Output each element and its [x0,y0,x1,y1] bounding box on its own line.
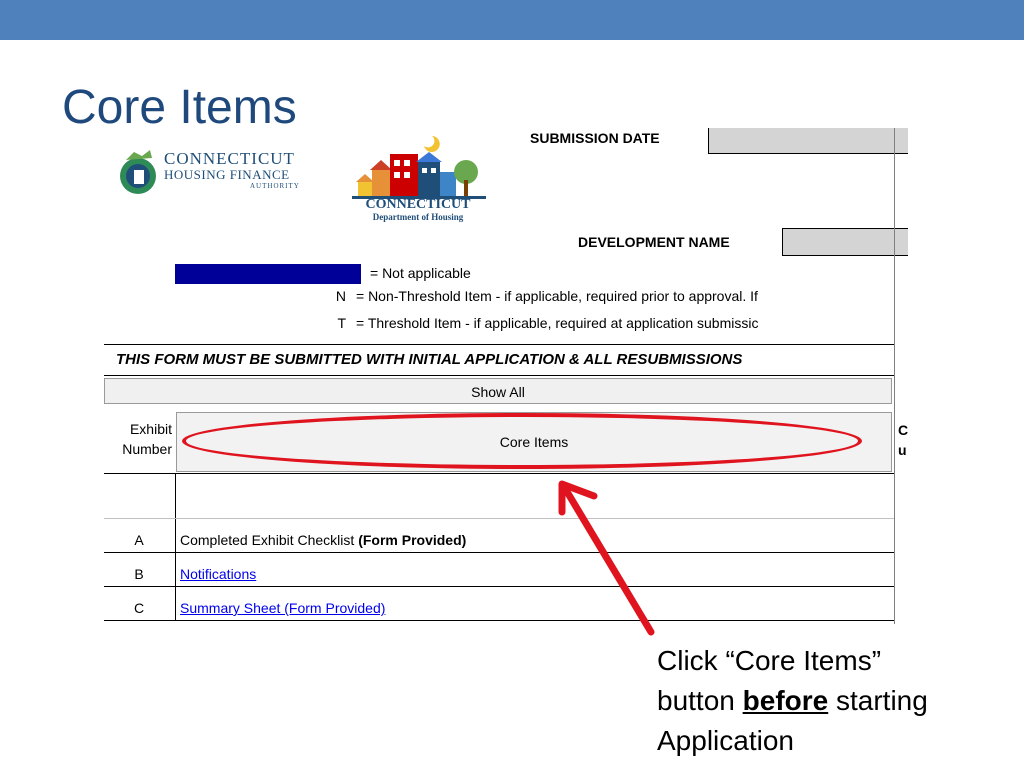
exhibit-header-line2: Number [122,441,172,457]
doh-logo-text: CONNECTICUT Department of Housing [348,197,488,222]
legend-not-applicable: = Not applicable [370,265,471,281]
development-name-label: DEVELOPMENT NAME [578,234,730,250]
row-a-label: Completed Exhibit Checklist [180,532,359,548]
callout-line1: Click “Core Items” [657,645,882,676]
truncated-column-header: C u [898,420,908,460]
callout-line2: button before starting [657,681,1017,721]
slide-title: Core Items [62,81,297,134]
legend-threshold: T = Threshold Item - if applicable, requi… [332,315,758,331]
callout-line2-pre: button [657,685,743,716]
legend-non-threshold: N = Non-Threshold Item - if applicable, r… [332,288,758,304]
row-c-text: Summary Sheet (Form Provided) [180,600,385,616]
row-a-letter: A [134,532,144,548]
sheet-right-border [894,128,895,624]
highlight-ellipse [182,413,862,469]
top-accent-bar [0,0,1024,40]
submission-date-label: SUBMISSION DATE [530,130,660,146]
notifications-link[interactable]: Notifications [180,566,256,582]
callout-emphasis: before [742,685,829,716]
table-rule [104,518,894,519]
chfa-line1: CONNECTICUT [164,149,295,168]
legend-t-code: T [337,315,346,331]
table-rule [104,586,894,587]
table-rule [104,473,894,474]
legend-n-text: = Non-Threshold Item - if applicable, re… [356,288,758,304]
legend-t-text: = Threshold Item - if applicable, requir… [356,315,759,331]
row-a-bold: (Form Provided) [358,532,467,548]
legend-n-code: N [335,288,346,304]
submission-banner: THIS FORM MUST BE SUBMITTED WITH INITIAL… [104,344,894,376]
exhibit-header-line1: Exhibit [129,421,172,437]
chfa-line3: AUTHORITY [250,182,300,190]
show-all-button[interactable]: Show All [104,378,892,404]
trunc-header-line1: C [898,422,908,438]
spreadsheet-form: SUBMISSION DATE CONNECTICUT HOUSING FINA… [104,128,908,624]
chfa-logo-text: CONNECTICUT HOUSING FINANCE AUTHORITY [164,150,300,190]
exhibit-number-header: Exhibit Number [104,411,172,471]
callout-text: Click “Core Items” button before startin… [657,641,1017,761]
row-c-letter: C [133,600,145,616]
row-a-text: Completed Exhibit Checklist (Form Provid… [180,532,466,548]
table-rule [104,620,894,621]
callout-line3: Application [657,725,794,756]
trunc-header-line2: u [898,442,907,458]
doh-line1: CONNECTICUT [365,197,471,212]
chfa-line2: HOUSING FINANCE [164,167,290,182]
callout-line2-post: starting [828,685,928,716]
summary-sheet-link[interactable]: Summary Sheet (Form Provided) [180,600,385,616]
row-b-text: Notifications [180,566,256,582]
row-b-letter: B [134,566,144,582]
not-applicable-swatch [175,264,361,284]
table-rule [104,552,894,553]
doh-line2: Department of Housing [372,211,464,222]
table-column-divider [175,473,176,621]
submission-date-field[interactable] [708,128,908,154]
development-name-field[interactable] [782,228,908,256]
